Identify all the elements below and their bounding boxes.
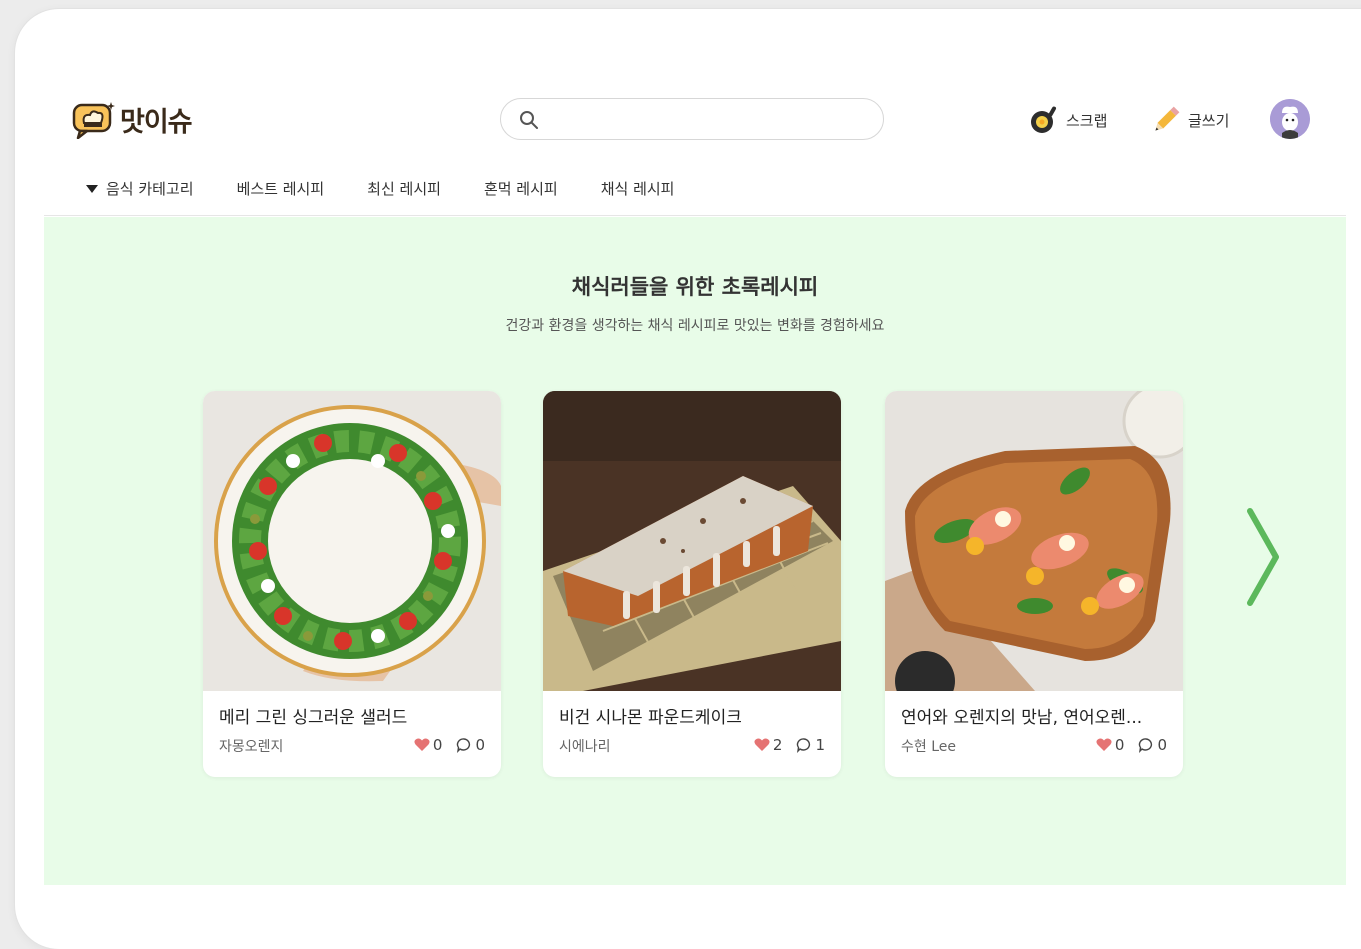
user-avatar[interactable] [1270, 99, 1310, 139]
nav-solo-recipe[interactable]: 혼먹 레시피 [484, 178, 558, 199]
card-author: 자몽오렌지 [219, 739, 284, 755]
heart-icon [1096, 738, 1112, 751]
nav-new-recipe[interactable]: 최신 레시피 [367, 178, 441, 199]
comment-bubble-icon [1139, 738, 1153, 753]
card-stats: 2 1 [754, 736, 825, 754]
nav-food-category-label: 음식 카테고리 [106, 180, 194, 198]
recipe-card[interactable]: 연어와 오렌지의 맛남, 연어오렌... 수현 Lee 0 0 [885, 391, 1183, 777]
recipe-card[interactable]: 메리 그린 싱그러운 샐러드 자몽오렌지 0 0 [203, 391, 501, 777]
banner-subtitle: 건강과 환경을 생각하는 채식 레시피로 맛있는 변화를 경험하세요 [505, 318, 885, 334]
like-count-value: 0 [1114, 736, 1125, 754]
card-stats: 0 0 [414, 736, 485, 754]
nav-vegan-recipe[interactable]: 채식 레시피 [601, 178, 675, 199]
main-nav: 음식 카테고리 베스트 레시피 최신 레시피 혼먹 레시피 채식 레시피 [86, 178, 718, 199]
card-author: 시에나리 [559, 739, 611, 755]
recipe-card[interactable]: 비건 시나몬 파운드케이크 시에나리 2 1 [543, 391, 841, 777]
comment-count-value: 0 [1157, 736, 1167, 754]
like-count[interactable]: 0 [414, 736, 443, 754]
comment-bubble-icon [797, 738, 811, 753]
heart-icon [754, 738, 770, 751]
scrap-button[interactable]: 스크랩 [1028, 104, 1107, 136]
card-stats: 0 0 [1096, 736, 1167, 754]
search-icon [520, 111, 538, 129]
like-count[interactable]: 2 [754, 736, 783, 754]
search-input[interactable] [549, 107, 873, 133]
card-author: 수현 Lee [901, 739, 956, 755]
search-bar[interactable] [500, 98, 884, 140]
nav-best-recipe[interactable]: 베스트 레시피 [237, 178, 325, 199]
card-title: 연어와 오렌지의 맛남, 연어오렌... [901, 708, 1143, 728]
chevron-right-icon[interactable] [1244, 507, 1284, 607]
card-title: 메리 그린 싱그러운 샐러드 [219, 708, 408, 728]
vegan-banner: 채식러들을 위한 초록레시피 건강과 환경을 생각하는 채식 레시피로 맛있는 … [44, 217, 1346, 885]
app-screen: 맛이슈 스크랩 글쓰기 음식 카테고리 베스트 레시피 최신 레시피 혼먹 레시… [44, 80, 1346, 885]
comment-count-value: 0 [475, 736, 485, 754]
banner-title: 채식러들을 위한 초록레시피 [571, 275, 819, 299]
frying-pan-icon [1031, 106, 1056, 133]
recipe-image-cinnamon-poundcake [543, 391, 841, 691]
scrap-label: 스크랩 [1066, 111, 1108, 130]
like-count-value: 0 [432, 736, 443, 754]
logo-text: 맛이슈 [120, 107, 193, 138]
heart-icon [414, 738, 430, 751]
write-button[interactable]: 글쓰기 [1150, 104, 1229, 136]
comment-count[interactable]: 0 [1138, 736, 1167, 754]
like-count[interactable]: 0 [1096, 736, 1125, 754]
caret-down-icon [86, 184, 98, 193]
write-label: 글쓰기 [1188, 111, 1230, 130]
comment-count[interactable]: 0 [456, 736, 485, 754]
like-count-value: 2 [772, 736, 783, 754]
recipe-image-salad-wreath [203, 391, 501, 691]
card-title: 비건 시나몬 파운드케이크 [559, 708, 742, 728]
nav-food-category[interactable]: 음식 카테고리 [86, 178, 194, 199]
logo[interactable]: 맛이슈 [72, 100, 193, 139]
comment-count[interactable]: 1 [796, 736, 825, 754]
chef-hat-speech-bubble-icon [72, 101, 115, 139]
header-divider [44, 215, 1346, 216]
comment-count-value: 1 [815, 736, 825, 754]
chef-character-icon [1270, 99, 1310, 139]
recipe-image-salmon-orange [885, 391, 1183, 691]
comment-bubble-icon [457, 738, 471, 753]
pencil-icon [1155, 106, 1180, 131]
